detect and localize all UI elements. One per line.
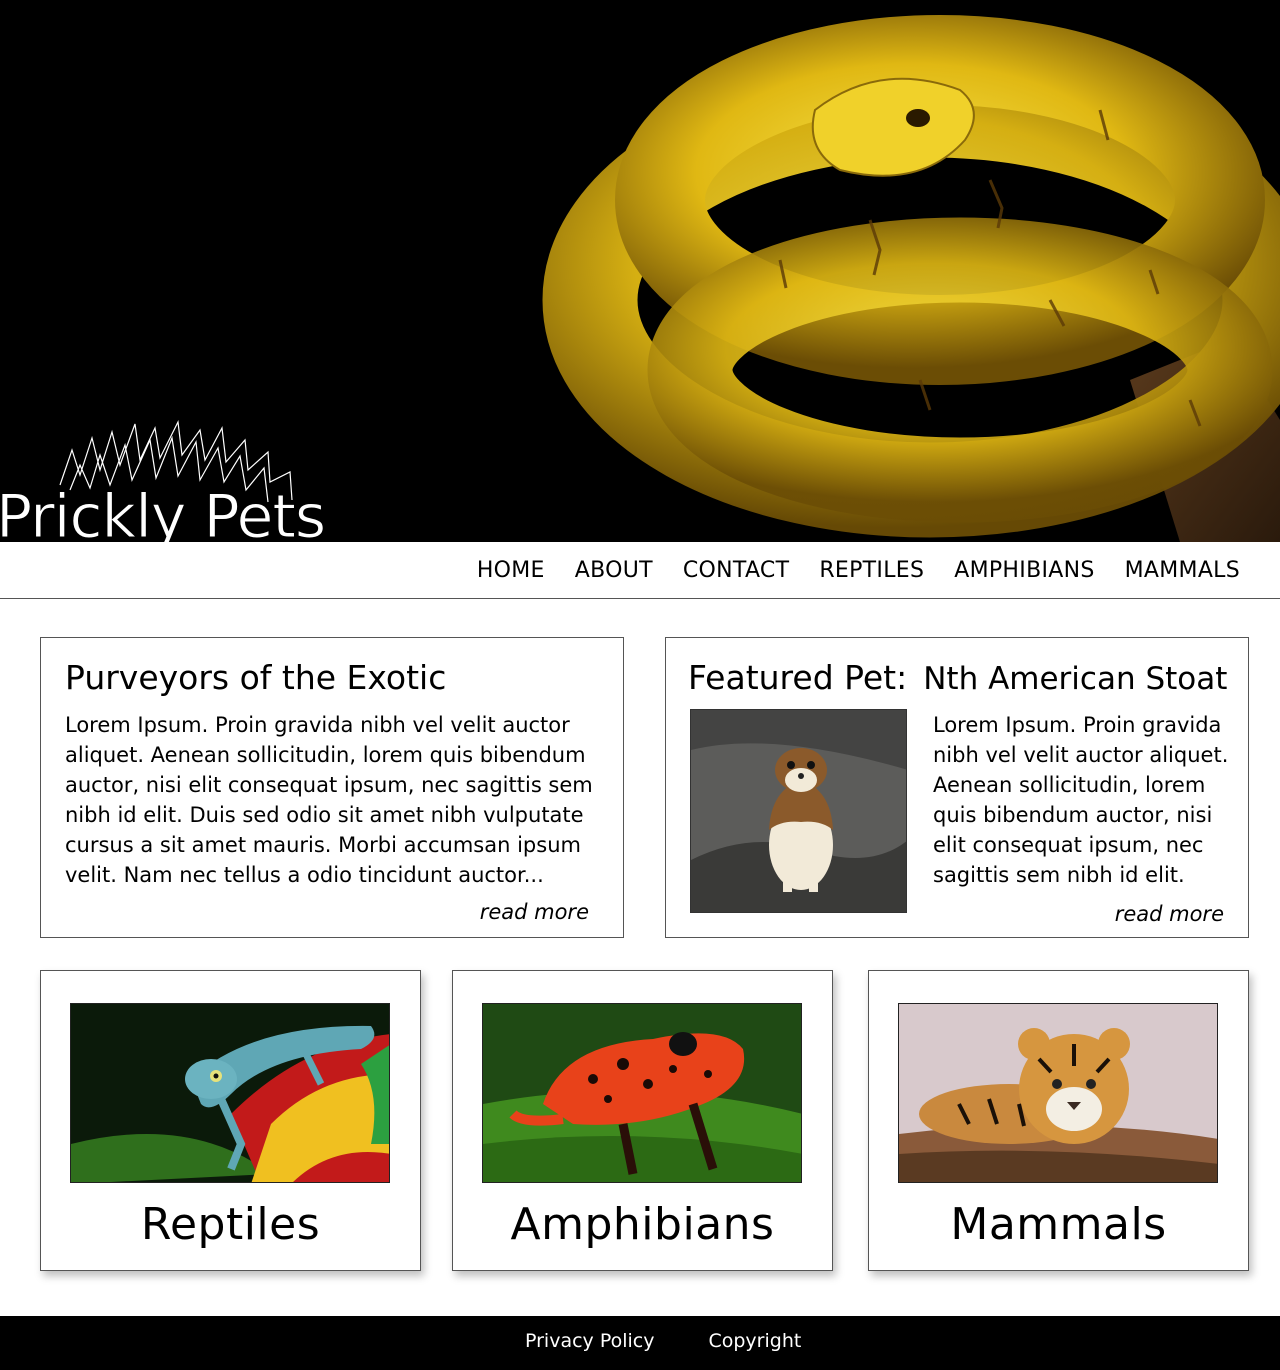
- chameleon-photo: [70, 1003, 390, 1183]
- nav-reptiles[interactable]: REPTILES: [819, 558, 924, 583]
- main-nav: HOME ABOUT CONTACT REPTILES AMPHIBIANS M…: [477, 558, 1240, 583]
- nav-home[interactable]: HOME: [477, 558, 545, 583]
- top-nav-bar: HOME ABOUT CONTACT REPTILES AMPHIBIANS M…: [0, 542, 1280, 599]
- brand-name: Prickly Pets: [0, 482, 327, 543]
- intro-body: Lorem Ipsum. Proin gravida nibh vel veli…: [65, 713, 593, 887]
- category-card-reptiles[interactable]: Reptiles: [40, 970, 421, 1271]
- frog-photo: [482, 1003, 802, 1183]
- category-title-reptiles: Reptiles: [140, 1199, 321, 1250]
- footer-links: Privacy Policy Copyright: [525, 1330, 801, 1352]
- footer: Privacy Policy Copyright: [0, 1316, 1280, 1370]
- intro-title: Purveyors of the Exotic: [65, 658, 447, 697]
- stoat-photo[interactable]: [690, 709, 907, 913]
- featured-body: Lorem Ipsum. Proin gravida nibh vel veli…: [933, 713, 1229, 887]
- nav-contact[interactable]: CONTACT: [683, 558, 789, 583]
- nav-mammals[interactable]: MAMMALS: [1125, 558, 1240, 583]
- nav-about[interactable]: ABOUT: [575, 558, 653, 583]
- footer-privacy-link[interactable]: Privacy Policy: [525, 1330, 654, 1352]
- category-title-amphibians: Amphibians: [510, 1199, 775, 1250]
- hero-banner: Prickly Pets: [0, 0, 1280, 542]
- intro-read-more-link[interactable]: read more: [480, 900, 589, 924]
- nav-amphibians[interactable]: AMPHIBIANS: [954, 558, 1094, 583]
- featured-label: Featured Pet:: [688, 658, 908, 697]
- intro-panel: Purveyors of the Exotic Lorem Ipsum. Pro…: [40, 637, 624, 938]
- tiger-cub-photo: [898, 1003, 1218, 1183]
- featured-read-more-link[interactable]: read more: [1115, 902, 1224, 926]
- featured-pet-panel: Featured Pet: Nth American Stoat Lorem Ip…: [665, 637, 1249, 938]
- category-card-mammals[interactable]: Mammals: [868, 970, 1249, 1271]
- category-title-mammals: Mammals: [950, 1199, 1167, 1250]
- footer-copyright-link[interactable]: Copyright: [708, 1330, 801, 1352]
- featured-heading: Featured Pet: Nth American Stoat: [688, 658, 1227, 697]
- featured-pet-name: Nth American Stoat: [923, 661, 1228, 697]
- logo[interactable]: Prickly Pets: [0, 410, 390, 542]
- category-card-amphibians[interactable]: Amphibians: [452, 970, 833, 1271]
